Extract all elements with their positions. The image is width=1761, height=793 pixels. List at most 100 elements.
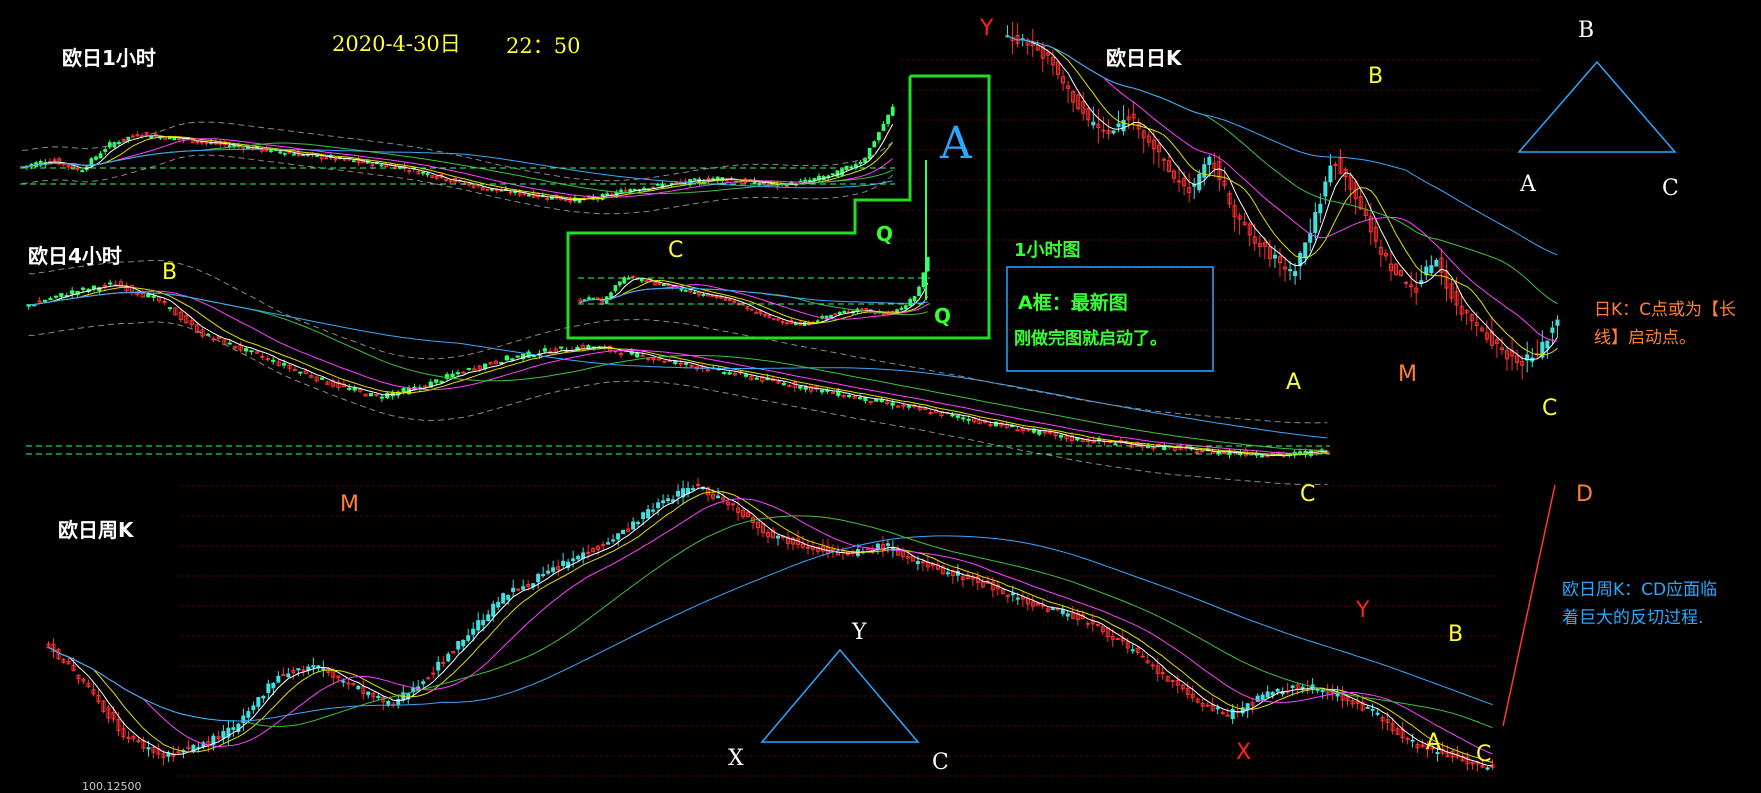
- inset-candle-78: [921, 272, 926, 287]
- h4-candle-66: [385, 392, 390, 399]
- weekly-candle-288: [1485, 767, 1490, 770]
- inset-candle-47: [785, 322, 789, 325]
- h1-candle-70: [342, 158, 347, 161]
- weekly-candle-26: [176, 751, 181, 754]
- h1-candle-114: [545, 197, 550, 200]
- inset-candle-40: [754, 311, 759, 314]
- weekly-candle-89: [491, 603, 496, 617]
- inset-candle-8: [613, 285, 618, 291]
- h4-candle-119: [673, 360, 678, 364]
- h4-candle-197: [1096, 438, 1102, 441]
- weekly-candle-108: [586, 551, 591, 554]
- weekly-candle-80: [446, 653, 451, 662]
- weekly-candle-39: [241, 715, 246, 724]
- weekly-point-x-white: X: [728, 746, 744, 771]
- h4-candle-43: [260, 355, 265, 358]
- h4-candle-156: [874, 398, 879, 402]
- h4-candle-157: [879, 399, 884, 403]
- daily-candle-62: [1318, 203, 1323, 214]
- inset-candle-26: [692, 291, 697, 294]
- price-label: 100.12500: [82, 780, 142, 793]
- weekly-candle-114: [616, 533, 621, 540]
- h4-candle-172: [961, 417, 966, 420]
- h1-candle-189: [890, 106, 895, 116]
- h4-candle-173: [966, 418, 971, 421]
- weekly-candle-47: [281, 674, 286, 677]
- weekly-candle-87: [481, 620, 486, 626]
- h4-candle-146: [819, 389, 825, 393]
- weekly-candle-92: [506, 595, 511, 600]
- inset-candle-57: [829, 314, 833, 319]
- inset-candle-76: [912, 296, 917, 302]
- weekly-candle-121: [651, 509, 656, 512]
- weekly-candle-152: [805, 546, 810, 549]
- weekly-candle-106: [576, 555, 581, 560]
- weekly-note: 欧日周K：CD应面临着巨大的反切过程.: [1562, 580, 1718, 628]
- h4-candle-121: [684, 362, 689, 365]
- daily-candle-64: [1328, 165, 1333, 183]
- h4-candle-90: [515, 355, 520, 358]
- weekly-candle-245: [1270, 692, 1275, 696]
- h1-candle-17: [98, 153, 103, 159]
- weekly-candle-42: [256, 697, 261, 707]
- weekly-candle-55: [321, 668, 326, 671]
- inset-point-q2: Q: [934, 304, 952, 328]
- inset-candle-59: [837, 311, 842, 315]
- daily-candle-21: [1111, 130, 1116, 134]
- weekly-point-c-white: C: [932, 750, 949, 775]
- weekly-point-y-white: Y: [852, 620, 867, 645]
- h4-candle-149: [836, 391, 841, 396]
- h1-candle-28: [149, 136, 154, 139]
- h4-candle-40: [243, 348, 249, 352]
- h4-candle-2: [37, 300, 42, 303]
- h4-panel-title: 欧日4小时: [28, 244, 122, 268]
- h1-candle-16: [94, 156, 98, 160]
- weekly-point-x-red: X: [1236, 740, 1252, 765]
- weekly-candle-83: [461, 639, 466, 647]
- weekly-candle-46: [276, 675, 281, 683]
- triangle-top-a: A: [1520, 172, 1536, 197]
- h4-candle-140: [787, 384, 792, 387]
- h1-candle-56: [278, 151, 283, 154]
- h4-candle-47: [281, 363, 287, 366]
- daily-candle-108: [1550, 327, 1555, 333]
- weekly-candle-20: [146, 747, 151, 750]
- weekly-candle-249: [1290, 685, 1295, 688]
- inset-candle-2: [587, 297, 591, 300]
- h4-candle-143: [803, 386, 808, 390]
- h1-candle-137: [651, 186, 656, 189]
- weekly-candle-64: [366, 691, 371, 696]
- daily-ma-80: [1007, 35, 1558, 256]
- h4-candle-88: [504, 355, 509, 361]
- weekly-candle-134: [716, 495, 721, 499]
- h4-candle-89: [510, 358, 515, 361]
- weekly-candle-53: [311, 665, 316, 668]
- h1-candle-66: [324, 157, 329, 160]
- weekly-candle-75: [421, 681, 426, 685]
- daily-point-a: A: [1286, 370, 1302, 395]
- weekly-candle-45: [271, 682, 276, 689]
- weekly-candle-123: [661, 500, 666, 504]
- weekly-candle-88: [486, 614, 491, 622]
- h4-candle-54: [319, 377, 325, 380]
- h1-candle-184: [867, 147, 872, 160]
- inset-point-a: A: [940, 118, 972, 169]
- daily-candle-23: [1121, 119, 1126, 132]
- h4-candle-78: [450, 373, 455, 378]
- weekly-candle-77: [431, 672, 436, 675]
- h4-candle-220: [1221, 452, 1227, 455]
- chart-svg: [20, 21, 1677, 777]
- h1-candle-187: [881, 123, 886, 131]
- h4-ma-80: [28, 292, 1328, 439]
- weekly-candle-199: [1040, 604, 1045, 607]
- inset-candle-23: [679, 288, 684, 291]
- weekly-candle-258: [1335, 693, 1340, 697]
- h1-candle-97: [467, 183, 471, 186]
- inset-candle-77: [917, 286, 921, 297]
- weekly-candle-219: [1140, 655, 1145, 658]
- h4-candle-59: [347, 387, 352, 390]
- daily-candle-59: [1303, 242, 1308, 259]
- inset-point-c: C: [668, 238, 684, 263]
- h4-candle-120: [678, 362, 683, 365]
- weekly-point-a: A: [1426, 730, 1442, 755]
